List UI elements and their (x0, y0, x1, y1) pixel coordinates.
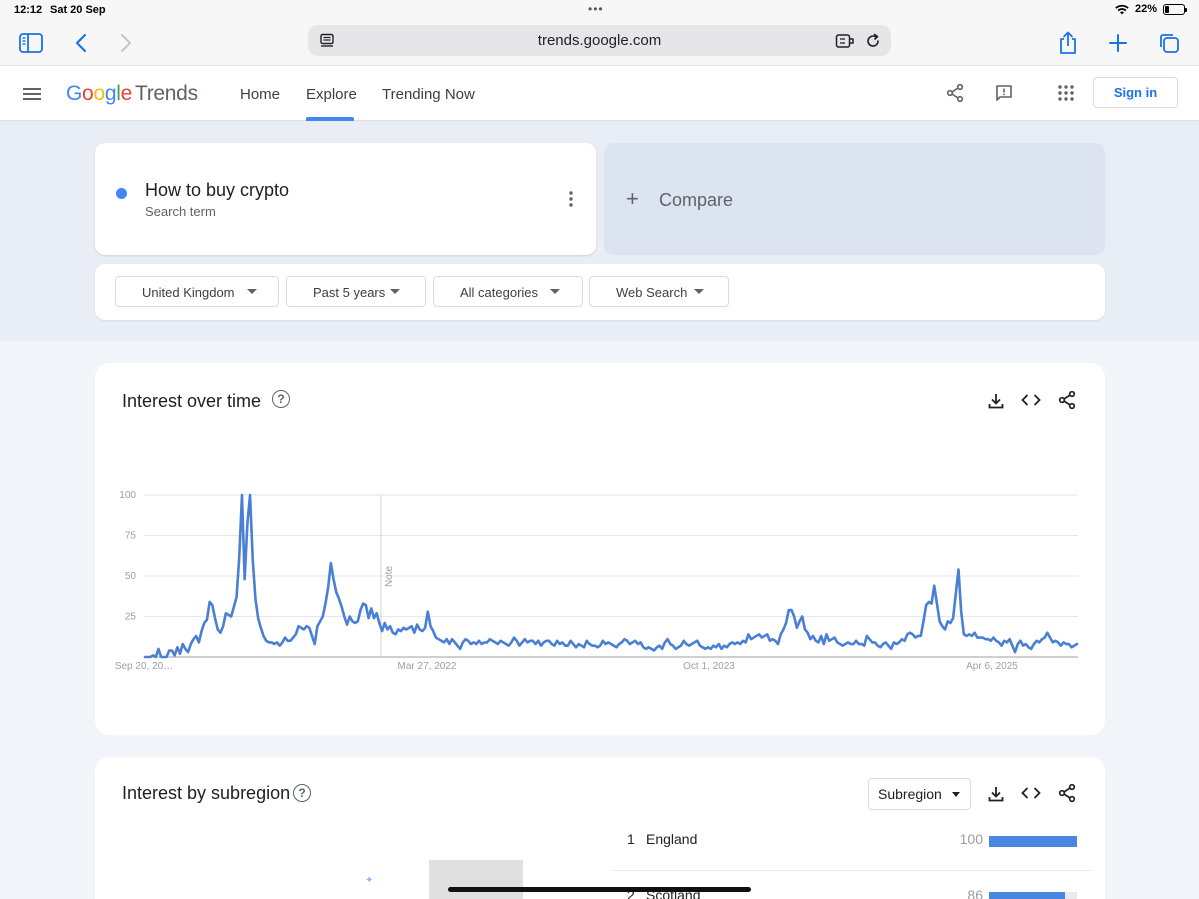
trends-header: Google Trends Home Explore Trending Now S… (0, 66, 1199, 121)
subregion-map[interactable] (429, 860, 523, 899)
nav-trending-now[interactable]: Trending Now (382, 86, 475, 103)
interest-over-time-card: Interest over time ? 25 50 75 100 Sep 20, 2… (95, 363, 1105, 735)
y-tick-label: 50 (125, 571, 137, 582)
x-tick-label: Apr 6, 2025 (966, 661, 1018, 672)
more-options-icon[interactable] (561, 189, 581, 209)
reload-icon[interactable] (863, 31, 883, 51)
compare-label: Compare (659, 190, 734, 210)
ios-status-bar: 12:12 Sat 20 Sep ••• 22% (0, 0, 1199, 20)
region-value: 100 (959, 831, 983, 847)
region-row[interactable]: 1 England 100 (613, 815, 1091, 871)
wifi-icon (1115, 4, 1129, 14)
y-tick-label: 25 (125, 612, 137, 623)
nav-explore[interactable]: Explore (306, 86, 357, 103)
chevron-down-icon (390, 289, 400, 294)
interest-line-chart[interactable]: 25 50 75 100 Sep 20, 20… Mar 27, 2022 Oct 1, … (95, 363, 1105, 703)
region-bar (989, 892, 1077, 899)
region-name: England (646, 831, 698, 847)
embed-code-icon[interactable] (1020, 782, 1042, 804)
search-type-filter[interactable]: Web Search (589, 276, 729, 307)
region-rank: 1 (627, 831, 635, 847)
address-bar[interactable]: trends.google.com (308, 25, 891, 56)
sign-in-button[interactable]: Sign in (1093, 77, 1178, 108)
region-value: 86 (967, 887, 983, 899)
sidebar-toggle-icon[interactable] (16, 28, 46, 58)
map-region-marker[interactable]: ✦ (365, 875, 373, 886)
home-indicator (448, 887, 751, 892)
logo-letter: e (120, 82, 133, 105)
share-chart-icon[interactable] (1056, 782, 1078, 804)
region-filter[interactable]: United Kingdom (115, 276, 279, 307)
back-icon[interactable] (66, 28, 96, 58)
chevron-down-icon (694, 289, 704, 294)
x-tick-label: Mar 27, 2022 (398, 661, 457, 672)
note-marker[interactable]: Note (384, 565, 395, 587)
plus-icon: + (626, 186, 639, 211)
time-filter-label: Past 5 years (313, 285, 386, 300)
chevron-down-icon (952, 792, 960, 797)
y-tick-label: 100 (119, 490, 136, 501)
share-icon[interactable] (1053, 28, 1083, 58)
tab-overview-icon[interactable] (1154, 28, 1184, 58)
status-time: 12:12 (14, 4, 43, 16)
search-term-name[interactable]: How to buy crypto (145, 180, 289, 201)
interest-by-subregion-title: Interest by subregion (122, 783, 291, 803)
region-bar (989, 836, 1077, 847)
resolution-select-label: Subregion (878, 786, 942, 802)
filters-bar: United Kingdom Past 5 years All categori… (95, 264, 1105, 320)
search-term-type: Search term (145, 204, 216, 219)
search-type-filter-label: Web Search (616, 285, 688, 300)
logo-letter: o (93, 82, 105, 105)
multitasking-dots-icon[interactable]: ••• (588, 2, 604, 16)
nav-home[interactable]: Home (240, 86, 280, 103)
reader-extension-icon[interactable] (835, 31, 855, 51)
time-filter[interactable]: Past 5 years (286, 276, 426, 307)
x-tick-label: Sep 20, 20… (115, 661, 173, 672)
apps-grid-icon[interactable] (1054, 81, 1078, 105)
battery-icon (1163, 3, 1187, 15)
battery-percent: 22% (1134, 3, 1157, 15)
feedback-icon[interactable] (992, 81, 1016, 105)
category-filter[interactable]: All categories (433, 276, 583, 307)
share-icon[interactable] (943, 81, 967, 105)
x-tick-label: Oct 1, 2023 (683, 661, 735, 672)
download-csv-icon[interactable] (985, 783, 1007, 805)
new-tab-icon[interactable] (1103, 28, 1133, 58)
logo-letter: g (104, 82, 117, 105)
logo-google-text: Google (66, 82, 132, 105)
chevron-down-icon (247, 289, 257, 294)
search-term-card[interactable]: How to buy crypto Search term (95, 143, 596, 255)
region-row[interactable]: 2 Scotland 86 (613, 871, 1091, 899)
forward-icon[interactable] (111, 28, 141, 58)
help-icon[interactable]: ? (293, 784, 311, 802)
status-date: Sat 20 Sep (50, 4, 106, 16)
region-filter-label: United Kingdom (142, 285, 235, 300)
safari-toolbar: trends.google.com (0, 20, 1199, 66)
interest-by-subregion-card: Interest by subregion ? Subregion ✦ 1 En… (95, 757, 1105, 899)
compare-card[interactable]: + Compare (604, 143, 1105, 255)
logo-letter: G (66, 82, 83, 105)
logo-trends-text: Trends (134, 82, 198, 105)
logo-letter: o (82, 82, 94, 105)
chevron-down-icon (550, 289, 560, 294)
url-text: trends.google.com (537, 32, 662, 49)
google-trends-logo[interactable]: Google Trends (66, 82, 198, 106)
resolution-select[interactable]: Subregion (868, 778, 971, 810)
term-color-dot (116, 188, 127, 199)
y-tick-label: 75 (125, 531, 137, 542)
category-filter-label: All categories (460, 285, 539, 300)
hamburger-menu-icon[interactable] (20, 82, 44, 106)
